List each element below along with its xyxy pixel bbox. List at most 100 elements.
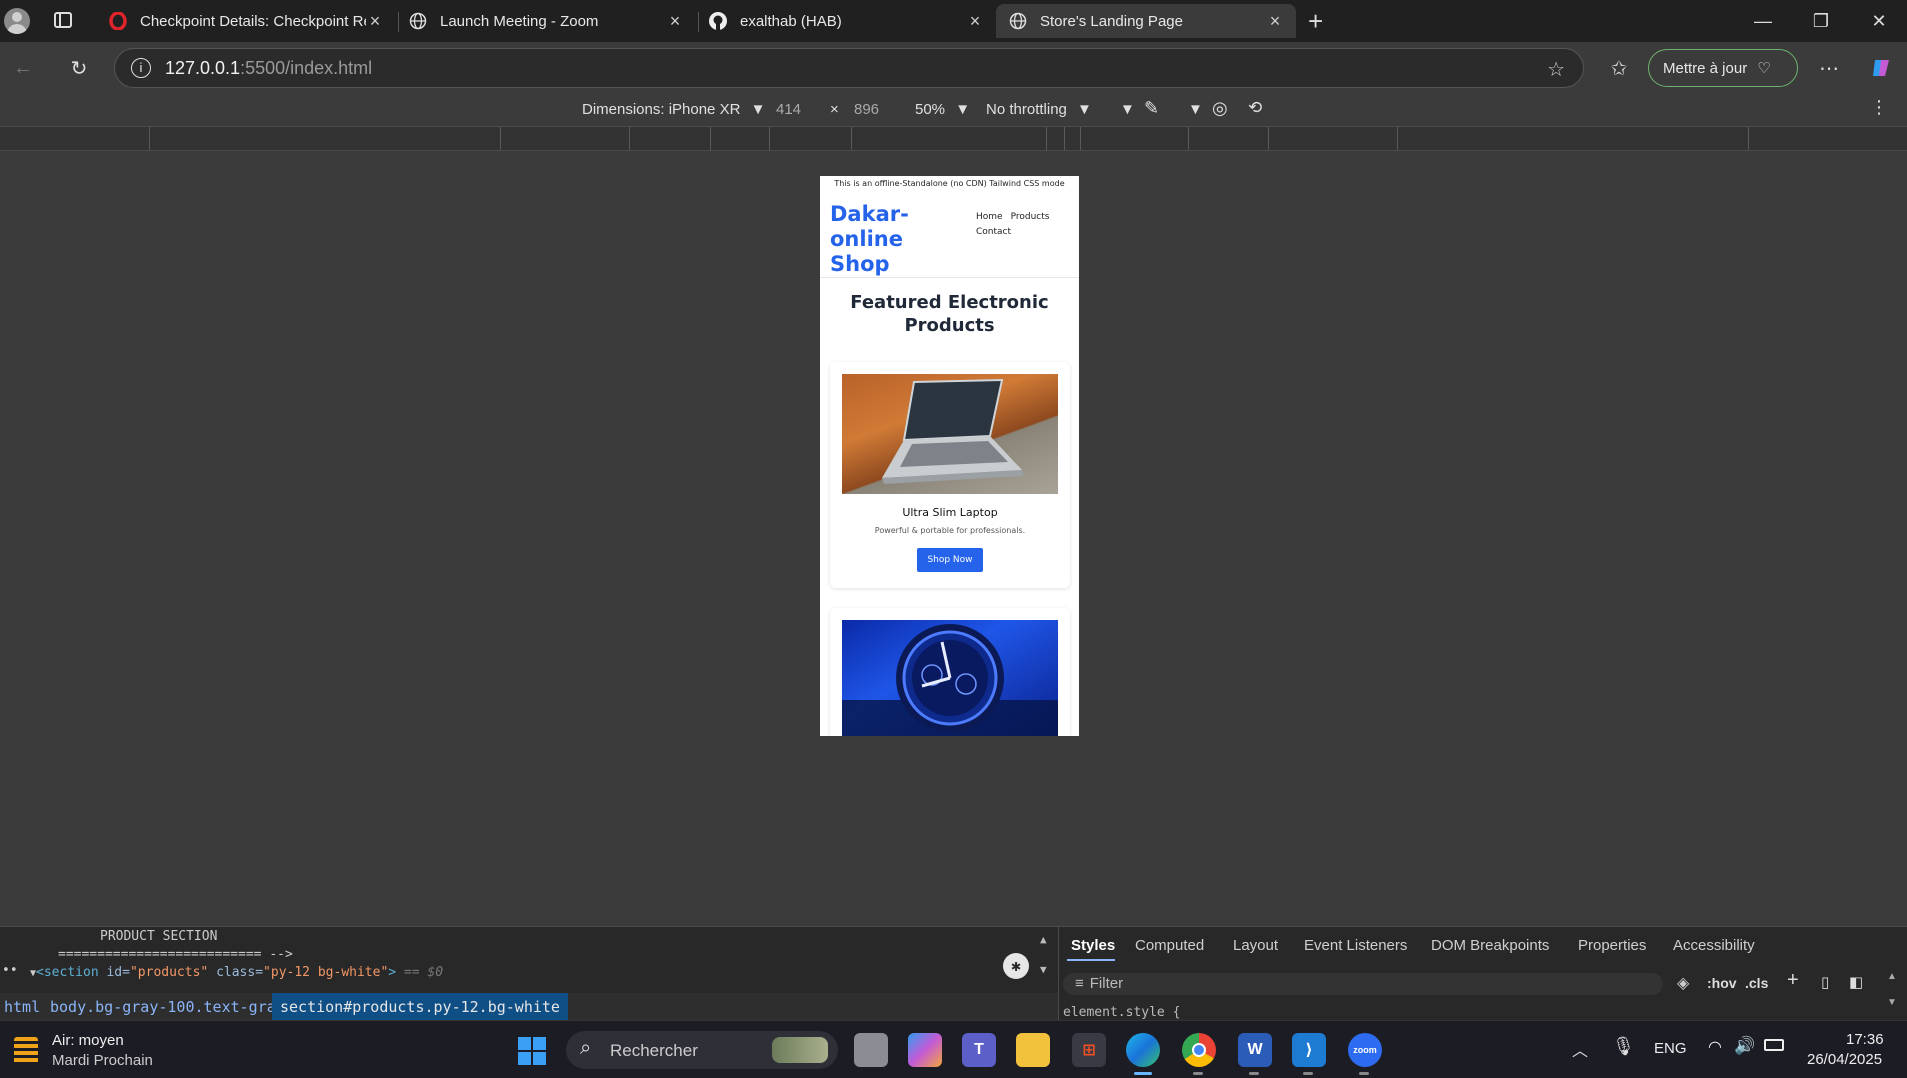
url-host: 127.0.0.1 bbox=[165, 57, 241, 78]
battery-icon[interactable] bbox=[1764, 1039, 1784, 1051]
tab-actions-icon[interactable] bbox=[54, 12, 72, 28]
nav-link-products[interactable]: Products bbox=[1011, 212, 1050, 222]
section-title-line: Products bbox=[904, 315, 995, 336]
tab-layout[interactable]: Layout bbox=[1233, 937, 1278, 954]
copilot-icon[interactable] bbox=[908, 1033, 942, 1067]
chevron-up-icon[interactable]: ︿ bbox=[1572, 1037, 1588, 1061]
scroll-up-icon[interactable]: ▲ bbox=[1887, 971, 1897, 982]
favorite-star-icon[interactable]: ☆ bbox=[1547, 57, 1565, 82]
store-icon[interactable]: ⊞ bbox=[1072, 1033, 1106, 1067]
tab-accessibility[interactable]: Accessibility bbox=[1673, 937, 1755, 954]
search-highlight-icon bbox=[772, 1037, 828, 1063]
open-app-indicator bbox=[1303, 1072, 1313, 1075]
reload-icon[interactable]: ↻ bbox=[66, 55, 92, 81]
cls-toggle[interactable]: .cls bbox=[1745, 975, 1768, 991]
windows-logo-pane bbox=[518, 1037, 531, 1050]
tab-github[interactable]: exalthab (HAB) × bbox=[696, 4, 996, 38]
back-arrow-icon[interactable]: ← bbox=[10, 55, 36, 81]
site-info-icon[interactable]: i bbox=[131, 58, 151, 78]
selected-dom-node[interactable]: ▼<section id="products" class="py-12 bg-… bbox=[30, 965, 443, 980]
ruler-tick bbox=[500, 127, 501, 150]
microphone-icon[interactable]: 🎙 bbox=[1612, 1036, 1635, 1057]
chrome-icon[interactable] bbox=[1182, 1033, 1216, 1067]
edge-icon[interactable] bbox=[1126, 1033, 1160, 1067]
width-input[interactable]: 414 bbox=[776, 101, 801, 118]
start-button[interactable] bbox=[518, 1037, 546, 1065]
site-brand[interactable]: Dakar-online Shop bbox=[830, 202, 975, 277]
breadcrumb-item-selected[interactable]: section#products.py-12.bg-white bbox=[272, 993, 568, 1021]
language-indicator[interactable]: ENG bbox=[1654, 1040, 1687, 1057]
copilot-icon[interactable] bbox=[1868, 55, 1894, 81]
height-input[interactable]: 896 bbox=[854, 101, 879, 118]
dom-tag: > bbox=[388, 965, 397, 980]
breadcrumb-item[interactable]: html bbox=[4, 998, 40, 1016]
paint-icon[interactable]: ▯ bbox=[1821, 973, 1829, 991]
ruler-tick bbox=[1046, 127, 1047, 150]
volume-icon[interactable]: 🔊 bbox=[1734, 1036, 1755, 1056]
close-icon[interactable]: × bbox=[966, 11, 984, 32]
scroll-down-icon[interactable]: ▼ bbox=[1040, 963, 1047, 976]
nav-link-home[interactable]: Home bbox=[976, 212, 1003, 222]
clock-time[interactable]: 17:36 bbox=[1846, 1031, 1884, 1048]
eye-icon[interactable]: ◎ bbox=[1212, 98, 1228, 119]
close-icon[interactable]: × bbox=[666, 11, 684, 32]
ruler-tick bbox=[149, 127, 150, 150]
address-bar[interactable]: i 127.0.0.1 :5500/index.html ☆ bbox=[114, 48, 1584, 88]
tab-checkpoint[interactable]: Checkpoint Details: Checkpoint Re × bbox=[96, 4, 396, 38]
restore-button[interactable]: ❐ bbox=[1798, 8, 1844, 34]
clock-date[interactable]: 26/04/2025 bbox=[1807, 1051, 1882, 1068]
accessibility-icon[interactable]: ✱ bbox=[1003, 953, 1029, 979]
url-path: :5500/index.html bbox=[240, 57, 373, 78]
more-vertical-icon[interactable]: ⋮ bbox=[1870, 97, 1888, 118]
new-tab-button[interactable]: + bbox=[1308, 6, 1323, 37]
ellipsis-icon[interactable]: •• bbox=[2, 963, 18, 978]
sidebar-toggle-icon[interactable]: ◧ bbox=[1849, 973, 1863, 991]
file-explorer-icon[interactable] bbox=[1016, 1033, 1050, 1067]
close-icon[interactable]: × bbox=[1266, 11, 1284, 32]
more-options-icon[interactable]: ⋯ bbox=[1816, 55, 1842, 81]
zoom-icon[interactable]: zoom bbox=[1348, 1033, 1382, 1067]
dimensions-select[interactable]: Dimensions: iPhone XR ▼ bbox=[582, 101, 765, 118]
favorites-icon[interactable]: ✩ bbox=[1606, 55, 1632, 81]
tab-computed[interactable]: Computed bbox=[1135, 937, 1204, 954]
globe-icon bbox=[1008, 11, 1028, 31]
profile-avatar[interactable] bbox=[4, 8, 30, 34]
throttling-select[interactable]: No throttling ▼ bbox=[986, 101, 1092, 118]
hov-toggle[interactable]: :hov bbox=[1707, 975, 1737, 991]
styles-filter-input[interactable]: ≡ Filter bbox=[1063, 973, 1663, 995]
scroll-up-icon[interactable]: ▲ bbox=[1040, 933, 1047, 946]
save-data-caret-icon[interactable]: ▼ bbox=[1120, 101, 1135, 118]
tab-event-listeners[interactable]: Event Listeners bbox=[1304, 937, 1407, 954]
zoom-select[interactable]: 50% ▼ bbox=[915, 101, 970, 118]
add-rule-icon[interactable]: + bbox=[1787, 969, 1799, 992]
taskbar-search[interactable]: ⌕ Rechercher bbox=[566, 1031, 838, 1069]
pen-icon[interactable]: ✎ bbox=[1144, 98, 1159, 119]
tab-properties[interactable]: Properties bbox=[1578, 937, 1646, 954]
open-app-indicator bbox=[1359, 1072, 1369, 1075]
close-window-button[interactable]: ✕ bbox=[1856, 8, 1902, 34]
minimize-button[interactable]: — bbox=[1740, 8, 1786, 34]
tab-styles[interactable]: Styles bbox=[1071, 937, 1115, 954]
tab-store-landing[interactable]: Store's Landing Page × bbox=[996, 4, 1296, 38]
scroll-down-icon[interactable]: ▼ bbox=[1887, 997, 1897, 1008]
word-icon[interactable]: W bbox=[1238, 1033, 1272, 1067]
rotate-icon[interactable]: ⟲ bbox=[1248, 98, 1262, 118]
nav-link-contact[interactable]: Contact bbox=[976, 227, 1011, 237]
teams-icon[interactable]: T bbox=[962, 1033, 996, 1067]
device-viewport: This is an offline-Standalone (no CDN) T… bbox=[820, 176, 1079, 736]
close-icon[interactable]: × bbox=[366, 11, 384, 32]
task-view-icon[interactable] bbox=[854, 1033, 888, 1067]
caret-down-icon[interactable]: ▼ bbox=[1188, 101, 1203, 118]
shop-now-button[interactable]: Shop Now bbox=[917, 548, 983, 572]
update-button[interactable]: Mettre à jour ♡ bbox=[1648, 49, 1798, 87]
weather-subtitle: Mardi Prochain bbox=[52, 1052, 153, 1069]
site-nav: Home Products Contact bbox=[976, 210, 1066, 240]
tab-zoom[interactable]: Launch Meeting - Zoom × bbox=[396, 4, 696, 38]
tab-dom-breakpoints[interactable]: DOM Breakpoints bbox=[1431, 937, 1549, 954]
active-app-indicator bbox=[1134, 1072, 1152, 1075]
layers-icon[interactable]: ◈ bbox=[1677, 973, 1689, 993]
laptop-image bbox=[842, 374, 1058, 494]
wifi-icon[interactable]: ◠ bbox=[1708, 1037, 1722, 1057]
weather-widget[interactable]: Air: moyen Mardi Prochain bbox=[12, 1031, 172, 1071]
vscode-icon[interactable]: ⟩ bbox=[1292, 1033, 1326, 1067]
